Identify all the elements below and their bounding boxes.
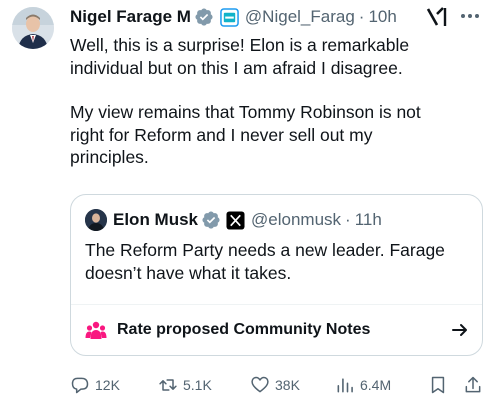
quote-header: Elon Musk @elonmusk · 11h bbox=[85, 208, 382, 232]
affiliation-badge-icon[interactable] bbox=[220, 7, 239, 27]
views-icon bbox=[337, 378, 353, 393]
reply-button[interactable]: 12K bbox=[70, 372, 120, 398]
author-name[interactable]: Nigel Farage M bbox=[70, 7, 191, 27]
author-avatar[interactable] bbox=[12, 7, 54, 49]
action-bar: 12K 5.1K 38K 6.4M bbox=[70, 372, 490, 398]
reply-count: 12K bbox=[95, 377, 120, 393]
like-icon bbox=[251, 376, 269, 393]
grok-icon[interactable] bbox=[425, 6, 449, 28]
like-count: 38K bbox=[275, 377, 300, 393]
bookmark-button[interactable] bbox=[428, 372, 453, 398]
share-icon bbox=[465, 376, 481, 393]
retweet-count: 5.1K bbox=[183, 377, 212, 393]
quote-author-handle[interactable]: @elonmusk bbox=[251, 210, 341, 230]
verified-badge-icon[interactable] bbox=[194, 7, 214, 27]
tweet[interactable]: Nigel Farage M @Nigel_Farag · 10h Well, … bbox=[0, 0, 490, 413]
retweet-button[interactable]: 5.1K bbox=[158, 372, 212, 398]
separator-dot: · bbox=[358, 7, 365, 26]
retweet-icon bbox=[159, 379, 177, 391]
community-notes-button[interactable]: Rate proposed Community Notes bbox=[85, 317, 470, 343]
author-handle[interactable]: @Nigel_Farag bbox=[245, 7, 355, 27]
post-paragraph: My view remains that Tommy Robinson is n… bbox=[70, 102, 421, 167]
more-icon[interactable] bbox=[457, 6, 483, 26]
quote-avatar[interactable] bbox=[85, 209, 107, 231]
quote-time[interactable]: 11h bbox=[355, 210, 382, 230]
views-count: 6.4M bbox=[360, 377, 392, 393]
verified-badge-icon[interactable] bbox=[201, 210, 221, 230]
views-button[interactable]: 6.4M bbox=[335, 372, 391, 398]
quoted-post[interactable]: Elon Musk @elonmusk · 11h The Reform Par… bbox=[70, 194, 483, 356]
separator-dot: · bbox=[345, 210, 351, 229]
like-button[interactable]: 38K bbox=[250, 372, 300, 398]
post-text: Well, this is a surprise! Elon is a rema… bbox=[70, 34, 480, 169]
bookmark-icon bbox=[431, 376, 445, 394]
arrow-right-icon bbox=[452, 324, 467, 336]
tweet-header: Nigel Farage M @Nigel_Farag · 10h bbox=[70, 4, 397, 30]
reply-icon bbox=[71, 377, 89, 394]
post-time[interactable]: 10h bbox=[368, 7, 396, 27]
quote-author-name[interactable]: Elon Musk bbox=[113, 210, 198, 230]
post-paragraph: Well, this is a surprise! Elon is a rema… bbox=[70, 35, 410, 78]
community-notes-label: Rate proposed Community Notes bbox=[117, 321, 371, 338]
community-notes-icon bbox=[85, 321, 107, 339]
quote-divider bbox=[71, 304, 482, 305]
x-badge-icon[interactable] bbox=[226, 210, 245, 230]
quote-text: The Reform Party needs a new leader. Far… bbox=[85, 240, 445, 283]
share-button[interactable] bbox=[463, 372, 488, 398]
